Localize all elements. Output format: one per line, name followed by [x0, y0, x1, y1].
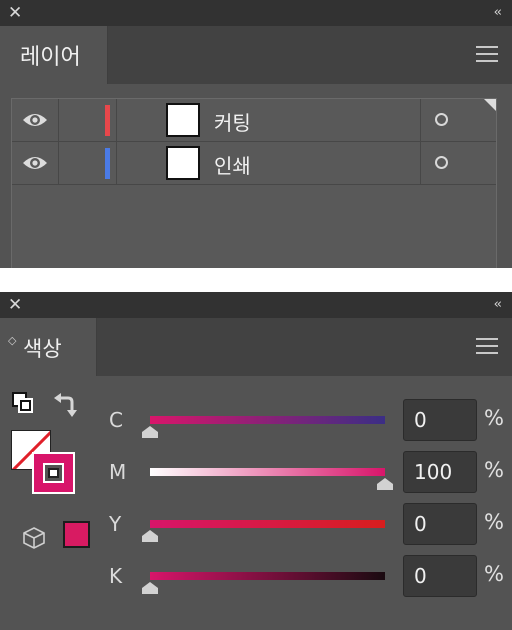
layer-name[interactable]: 커팅 — [214, 107, 251, 136]
channel-value: 0 — [414, 564, 427, 588]
layer-row[interactable]: 인쇄 — [12, 142, 496, 185]
channel-value-input[interactable]: 100 — [403, 451, 477, 493]
percent-label: % — [484, 510, 504, 534]
options-toggle-icon[interactable]: ◇ — [8, 335, 16, 346]
target-circle-icon[interactable] — [435, 113, 448, 126]
target-circle-icon[interactable] — [435, 156, 448, 169]
tab-color-label: 색상 — [23, 337, 62, 361]
percent-label: % — [484, 406, 504, 430]
tab-color[interactable]: ◇ 색상 — [0, 318, 97, 376]
eye-icon[interactable] — [22, 154, 48, 172]
tab-strip: 레이어 — [0, 26, 512, 84]
column-divider — [420, 99, 421, 141]
slider-handle[interactable] — [141, 581, 159, 595]
column-divider — [420, 142, 421, 184]
layers-panel: ✕ ‹‹ 레이어 커팅 인쇄 — [0, 0, 512, 268]
column-divider — [116, 99, 117, 141]
close-icon[interactable]: ✕ — [8, 3, 22, 23]
eye-icon[interactable] — [22, 111, 48, 129]
tab-strip: ◇ 색상 — [0, 318, 512, 376]
slider-row-c: C 0 % — [0, 396, 512, 446]
channel-label: C — [109, 408, 123, 432]
tab-layers[interactable]: 레이어 — [0, 26, 108, 84]
layer-color-bar — [105, 148, 110, 179]
menu-icon[interactable] — [476, 338, 498, 354]
channel-label: M — [109, 460, 127, 484]
channel-value: 0 — [414, 512, 427, 536]
layer-thumbnail — [166, 103, 200, 137]
menu-icon[interactable] — [476, 46, 498, 62]
channel-value-input[interactable]: 0 — [403, 555, 477, 597]
slider-handle[interactable] — [141, 425, 159, 439]
slider-handle[interactable] — [376, 477, 394, 491]
panel-titlebar: ✕ ‹‹ — [0, 292, 512, 318]
column-divider — [58, 99, 59, 141]
channel-value-input[interactable]: 0 — [403, 503, 477, 545]
layer-color-bar — [105, 105, 110, 136]
layer-name[interactable]: 인쇄 — [214, 150, 251, 179]
channel-label: K — [109, 564, 123, 588]
panel-titlebar: ✕ ‹‹ — [0, 0, 512, 26]
collapse-icon[interactable]: ‹‹ — [494, 297, 503, 313]
layer-row[interactable]: 커팅 — [12, 99, 496, 142]
color-slider-track[interactable] — [150, 468, 385, 476]
color-slider-track[interactable] — [150, 572, 385, 580]
column-divider — [58, 142, 59, 184]
channel-value: 0 — [414, 408, 427, 432]
tab-layers-label: 레이어 — [20, 45, 81, 70]
layer-thumbnail — [166, 146, 200, 180]
column-divider — [116, 142, 117, 184]
percent-label: % — [484, 458, 504, 482]
slider-row-y: Y 0 % — [0, 500, 512, 550]
color-panel: ✕ ‹‹ ◇ 색상 C 0 % M 100 % Y 0 % K 0 % — [0, 292, 512, 630]
percent-label: % — [484, 562, 504, 586]
close-icon[interactable]: ✕ — [8, 295, 22, 315]
channel-label: Y — [109, 512, 122, 536]
color-slider-track[interactable] — [150, 416, 385, 424]
channel-value-input[interactable]: 0 — [403, 399, 477, 441]
color-slider-track[interactable] — [150, 520, 385, 528]
channel-value: 100 — [414, 460, 453, 484]
layers-list: 커팅 인쇄 — [11, 98, 497, 268]
slider-handle[interactable] — [141, 529, 159, 543]
panel-gap — [0, 268, 512, 292]
slider-row-k: K 0 % — [0, 552, 512, 602]
slider-row-m: M 100 % — [0, 448, 512, 498]
collapse-icon[interactable]: ‹‹ — [494, 5, 503, 21]
